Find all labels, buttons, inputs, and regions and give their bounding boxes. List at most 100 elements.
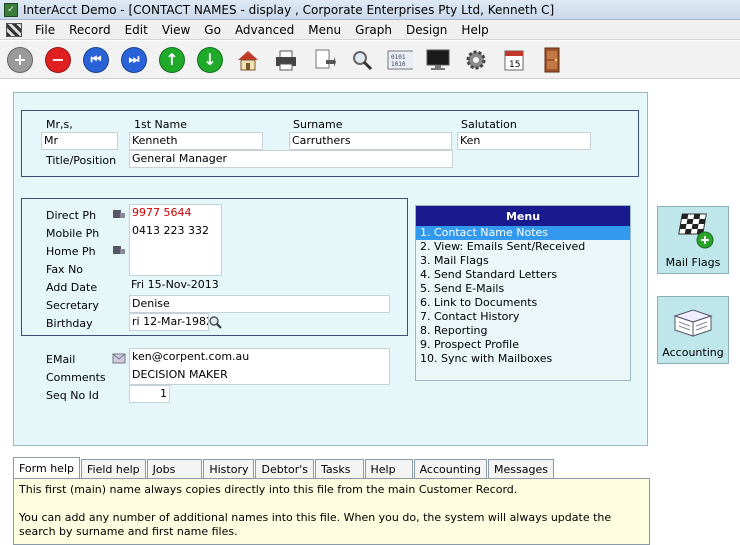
ledger-book-icon	[673, 309, 713, 337]
menu-go[interactable]: Go	[197, 23, 228, 37]
tab-jobs[interactable]: Jobs	[146, 459, 203, 478]
menu-item-contact-history[interactable]: 7. Contact History	[416, 310, 630, 324]
search-icon[interactable]	[208, 315, 222, 329]
menu-list: Menu 1. Contact Name Notes 2. View: Emai…	[415, 205, 631, 381]
settings-button[interactable]	[460, 44, 492, 76]
menu-record[interactable]: Record	[62, 23, 117, 37]
comments-field[interactable]: DECISION MAKER	[130, 367, 388, 383]
menu-help[interactable]: Help	[454, 23, 495, 37]
salutation-field[interactable]: Ken	[457, 132, 591, 150]
menu-item-mail-flags[interactable]: 3. Mail Flags	[416, 254, 630, 268]
screen-button[interactable]	[422, 44, 454, 76]
birthday-field[interactable]: ri 12-Mar-1982	[129, 313, 209, 331]
plus-icon: +	[7, 46, 33, 73]
menu-bar: File Record Edit View Go Advanced Menu G…	[0, 20, 740, 40]
menu-view[interactable]: View	[155, 23, 197, 37]
menu-item-send-emails[interactable]: 5. Send E-Mails	[416, 282, 630, 296]
magnifier-icon	[349, 47, 375, 73]
first-name-field[interactable]: Kenneth	[129, 132, 263, 150]
print-button[interactable]	[270, 44, 302, 76]
secretary-label: Secretary	[46, 299, 99, 312]
menu-item-send-standard-letters[interactable]: 4. Send Standard Letters	[416, 268, 630, 282]
svg-text:0101: 0101	[391, 54, 406, 61]
accounting-label: Accounting	[662, 346, 724, 359]
tab-history[interactable]: History	[203, 459, 255, 478]
fax-label: Fax No	[46, 263, 84, 276]
tab-messages[interactable]: Messages	[488, 459, 554, 478]
menu-item-sync-mailboxes[interactable]: 10. Sync with Mailboxes	[416, 352, 630, 366]
system-menu-icon[interactable]	[6, 22, 22, 37]
help-text-area: This first (main) name always copies dir…	[13, 478, 650, 545]
accounting-button[interactable]: Accounting	[657, 296, 729, 364]
menu-item-reporting[interactable]: 8. Reporting	[416, 324, 630, 338]
fax-field[interactable]	[130, 259, 220, 275]
menu-graph[interactable]: Graph	[348, 23, 399, 37]
home-phone-field[interactable]	[130, 241, 220, 257]
menu-item-link-documents[interactable]: 6. Link to Documents	[416, 296, 630, 310]
previous-record-button[interactable]: ↑	[156, 44, 188, 76]
calendar-button[interactable]: 15	[498, 44, 530, 76]
svg-text:15: 15	[509, 60, 520, 70]
mobile-phone-field[interactable]: 0413 223 332	[130, 223, 220, 239]
menu-advanced[interactable]: Advanced	[228, 23, 301, 37]
first-name-label: 1st Name	[134, 118, 187, 131]
title-field[interactable]: Mr	[41, 132, 118, 150]
phone-icon[interactable]	[112, 244, 126, 256]
title-bar: ✓ InterAcct Demo - [CONTACT NAMES - disp…	[0, 0, 740, 20]
minus-icon: −	[45, 46, 71, 73]
help-paragraph-1: This first (main) name always copies dir…	[19, 483, 518, 496]
mail-flags-button[interactable]: Mail Flags	[657, 206, 729, 274]
menu-file[interactable]: File	[28, 23, 62, 37]
delete-button[interactable]: −	[42, 44, 74, 76]
tab-debtors[interactable]: Debtor's	[255, 459, 315, 478]
window-title: InterAcct Demo - [CONTACT NAMES - displa…	[23, 2, 555, 17]
menu-item-contact-name-notes[interactable]: 1. Contact Name Notes	[416, 226, 630, 240]
surname-label: Surname	[293, 118, 343, 131]
position-field[interactable]: General Manager	[129, 150, 453, 168]
email-label: EMail	[46, 353, 76, 366]
tab-accounting[interactable]: Accounting	[413, 459, 488, 478]
gear-icon	[463, 47, 489, 73]
tab-help[interactable]: Help	[364, 459, 413, 478]
add-button[interactable]: +	[4, 44, 36, 76]
seq-field[interactable]: 1	[129, 385, 170, 403]
salutation-label: Salutation	[461, 118, 517, 131]
menu-design[interactable]: Design	[399, 23, 454, 37]
tab-form-help[interactable]: Form help	[13, 457, 80, 478]
menu-edit[interactable]: Edit	[118, 23, 155, 37]
skip-back-icon: ⏮	[83, 46, 109, 73]
secretary-field[interactable]: Denise	[129, 295, 390, 313]
email-icon[interactable]	[112, 352, 126, 364]
arrow-up-icon: ↑	[159, 46, 185, 73]
menu-item-prospect-profile[interactable]: 9. Prospect Profile	[416, 338, 630, 352]
phone-icon[interactable]	[112, 208, 126, 220]
seq-label: Seq No Id	[46, 389, 99, 402]
monitor-icon	[425, 47, 451, 73]
checkered-flag-icon	[678, 213, 714, 249]
birthday-label: Birthday	[46, 317, 93, 330]
home-button[interactable]	[232, 44, 264, 76]
data-button[interactable]: 0101 1010	[384, 44, 416, 76]
help-paragraph-2: You can add any number of additional nam…	[19, 511, 612, 538]
arrow-down-icon: ↓	[197, 46, 223, 73]
title-label: Mr,s,	[46, 118, 73, 131]
export-button[interactable]	[308, 44, 340, 76]
svg-text:1010: 1010	[391, 61, 406, 68]
last-record-button[interactable]: ⏭	[118, 44, 150, 76]
tab-tasks[interactable]: Tasks	[315, 459, 364, 478]
menu-item-view-emails[interactable]: 2. View: Emails Sent/Received	[416, 240, 630, 254]
calendar-icon: 15	[501, 47, 527, 73]
surname-field[interactable]: Carruthers	[289, 132, 452, 150]
direct-phone-label: Direct Ph	[46, 209, 97, 222]
mobile-phone-label: Mobile Ph	[46, 227, 100, 240]
next-record-button[interactable]: ↓	[194, 44, 226, 76]
exit-button[interactable]	[536, 44, 568, 76]
search-button[interactable]	[346, 44, 378, 76]
menu-menu[interactable]: Menu	[301, 23, 348, 37]
help-tabs: Form help Field help Jobs History Debtor…	[13, 457, 650, 478]
mail-flags-label: Mail Flags	[665, 256, 721, 269]
first-record-button[interactable]: ⏮	[80, 44, 112, 76]
add-date-field: Fri 15-Nov-2013	[131, 278, 219, 291]
printer-icon	[273, 47, 299, 73]
tab-field-help[interactable]: Field help	[80, 459, 146, 478]
